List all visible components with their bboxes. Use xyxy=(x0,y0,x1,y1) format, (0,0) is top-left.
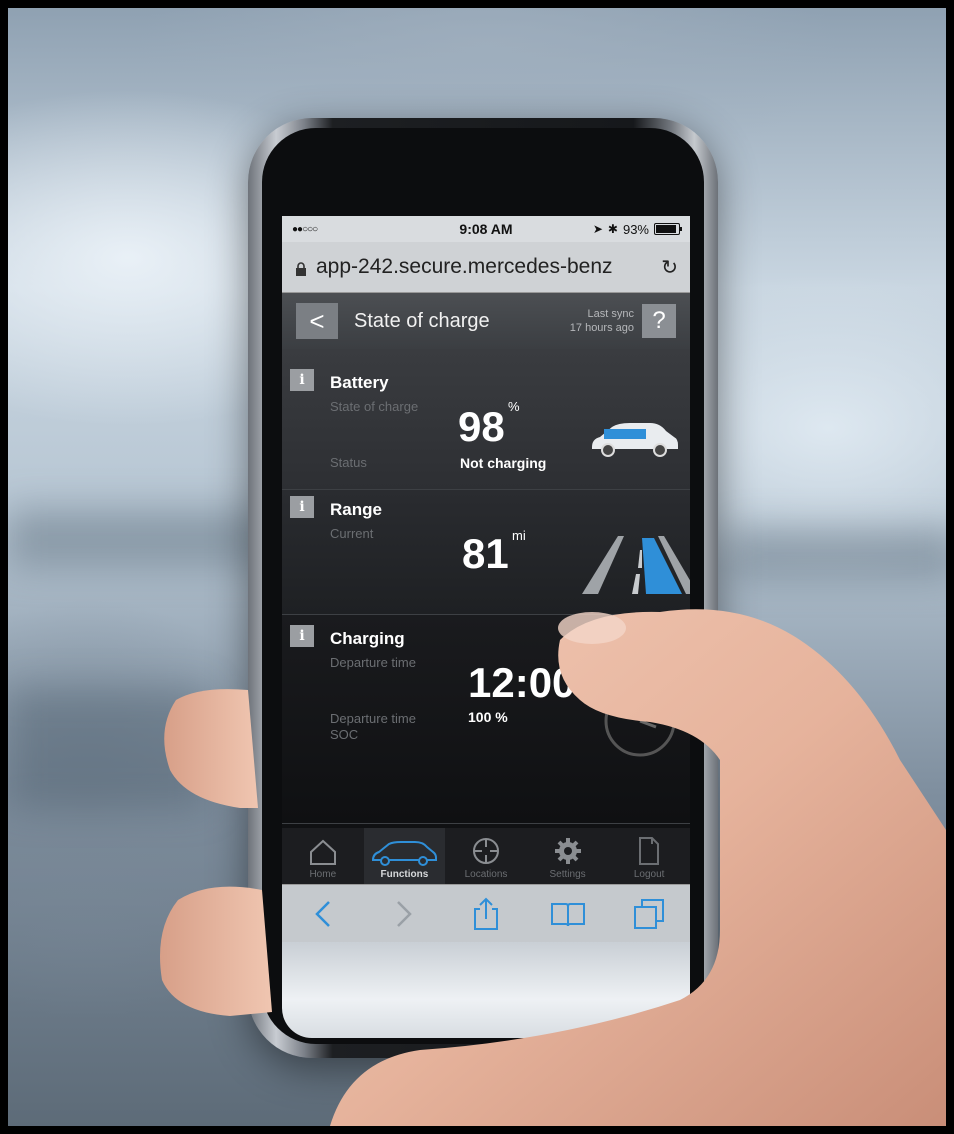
battery-percent: 93% xyxy=(622,221,649,237)
status-right: ➤ ✱ 93% xyxy=(592,221,682,237)
battery-title: Battery xyxy=(330,373,389,392)
location-icon: ➤ xyxy=(592,222,603,236)
background-blur xyxy=(728,528,946,578)
range-value: 81 xyxy=(462,530,509,577)
charging-info-button[interactable]: i xyxy=(290,625,314,647)
charging-section: i Charging Departure time 12:00 Departur… xyxy=(282,615,690,824)
road-icon xyxy=(582,536,690,594)
chevron-right-icon xyxy=(397,901,413,927)
back-button[interactable]: < xyxy=(296,303,338,339)
tabs-icon xyxy=(634,899,665,929)
range-info-button[interactable]: i xyxy=(290,496,314,518)
book-icon xyxy=(550,903,585,927)
status-time: 9:08 AM xyxy=(459,221,513,237)
tab-functions[interactable]: Functions xyxy=(363,828,446,884)
last-sync: Last sync 17 hours ago xyxy=(570,307,634,335)
browser-toolbar xyxy=(282,884,690,942)
help-button[interactable]: ? xyxy=(642,304,676,338)
share-icon xyxy=(473,897,498,930)
page-title: State of charge xyxy=(354,309,490,332)
bookmarks-button[interactable] xyxy=(548,894,588,934)
tab-logout-label: Logout xyxy=(633,869,665,880)
departure-label: Departure time xyxy=(330,655,416,670)
browser-forward-button[interactable] xyxy=(384,894,424,934)
status-value: Not charging xyxy=(460,455,547,471)
chevron-left-icon xyxy=(315,901,330,927)
car-icon xyxy=(372,841,438,866)
tabs-button[interactable] xyxy=(629,894,669,934)
departure-soc-label: Departure time SOC xyxy=(330,711,416,743)
bluetooth-icon: ✱ xyxy=(607,222,618,236)
battery-section: i Battery State of charge 98 % Status No… xyxy=(282,349,690,490)
reload-icon[interactable]: ↻ xyxy=(661,255,678,280)
tab-functions-label: Functions xyxy=(380,869,429,880)
tab-locations-label: Locations xyxy=(464,869,508,880)
app-tab-bar: Home Functions Locations Settings Logout xyxy=(282,828,690,884)
range-unit: mi xyxy=(512,528,526,543)
crosshair-icon xyxy=(472,838,499,864)
tab-locations[interactable]: Locations xyxy=(445,828,527,884)
share-button[interactable] xyxy=(466,894,506,934)
status-bar: ●●○○○ 9:08 AM ➤ ✱ 93% xyxy=(282,216,690,242)
url-text[interactable]: app-242.secure.mercedes-benz xyxy=(316,255,655,279)
soc-value: 98 xyxy=(458,403,505,450)
soc-label: State of charge xyxy=(330,399,419,414)
departure-soc-value: 100 % xyxy=(468,709,508,725)
range-current-label: Current xyxy=(330,526,374,541)
tab-home[interactable]: Home xyxy=(282,828,364,884)
soc-unit: % xyxy=(508,399,520,414)
phone-screen: ●●○○○ 9:08 AM ➤ ✱ 93% app-242.secure.mer… xyxy=(282,216,690,942)
charging-title: Charging xyxy=(330,629,405,648)
tab-settings-label: Settings xyxy=(549,869,586,880)
tab-settings[interactable]: Settings xyxy=(527,828,609,884)
background-blur xyxy=(8,508,268,568)
last-sync-label: Last sync xyxy=(587,308,634,320)
gear-icon xyxy=(554,838,581,864)
departure-soc-label-line1: Departure time xyxy=(330,711,416,726)
app-header: < State of charge Last sync 17 hours ago… xyxy=(282,293,690,349)
departure-time-value[interactable]: 12:00 xyxy=(468,659,575,707)
url-bar[interactable]: app-242.secure.mercedes-benz ↻ xyxy=(282,242,690,293)
tab-home-label: Home xyxy=(309,869,337,880)
tab-logout[interactable]: Logout xyxy=(608,828,690,884)
document-icon xyxy=(639,837,660,865)
battery-info-button[interactable]: i xyxy=(290,369,314,391)
departure-soc-label-line2: SOC xyxy=(330,727,359,742)
home-icon xyxy=(309,839,336,865)
status-label: Status xyxy=(330,455,367,470)
range-section: i Range Current 81 mi xyxy=(282,490,690,615)
last-sync-time: 17 hours ago xyxy=(569,322,634,334)
range-title: Range xyxy=(330,500,382,519)
clock-icon[interactable] xyxy=(600,681,680,761)
signal-strength: ●●○○○ xyxy=(292,223,318,235)
battery-icon xyxy=(654,223,682,235)
background-blur xyxy=(8,688,208,808)
browser-back-button[interactable] xyxy=(303,894,343,934)
lock-icon xyxy=(296,262,306,276)
car-battery-icon xyxy=(592,423,678,457)
phone-lower-glass xyxy=(282,942,690,1038)
